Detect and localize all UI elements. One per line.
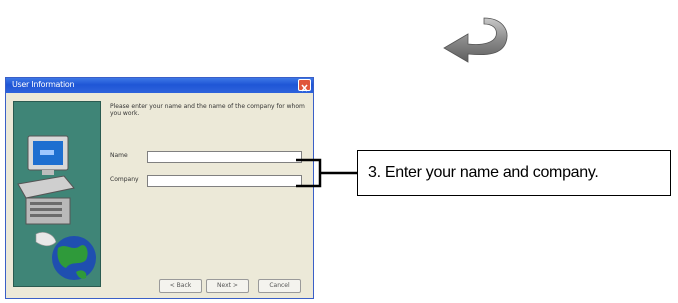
computer-icon [17, 135, 75, 225]
callout-connector [296, 158, 358, 188]
callout-text: 3. Enter your name and company. [368, 164, 599, 181]
dialog-title: User Information [12, 80, 75, 89]
curved-arrow-icon [436, 10, 516, 68]
side-illustration [13, 101, 101, 287]
title-bar: User Information [6, 78, 313, 93]
instructions-text: Please enter your name and the name of t… [110, 103, 305, 117]
company-field[interactable] [147, 175, 302, 187]
back-button[interactable]: < Back [159, 279, 202, 293]
company-label: Company [110, 176, 139, 183]
close-icon [301, 84, 308, 92]
callout-box: 3. Enter your name and company. [357, 150, 671, 196]
globe-icon [35, 232, 96, 280]
name-label: Name [110, 152, 128, 159]
name-field[interactable] [147, 151, 302, 163]
cancel-button[interactable]: Cancel [258, 279, 301, 293]
close-button[interactable] [298, 79, 311, 92]
user-information-dialog: User Information Please enter your name … [5, 77, 314, 299]
next-button[interactable]: Next > [206, 279, 249, 293]
